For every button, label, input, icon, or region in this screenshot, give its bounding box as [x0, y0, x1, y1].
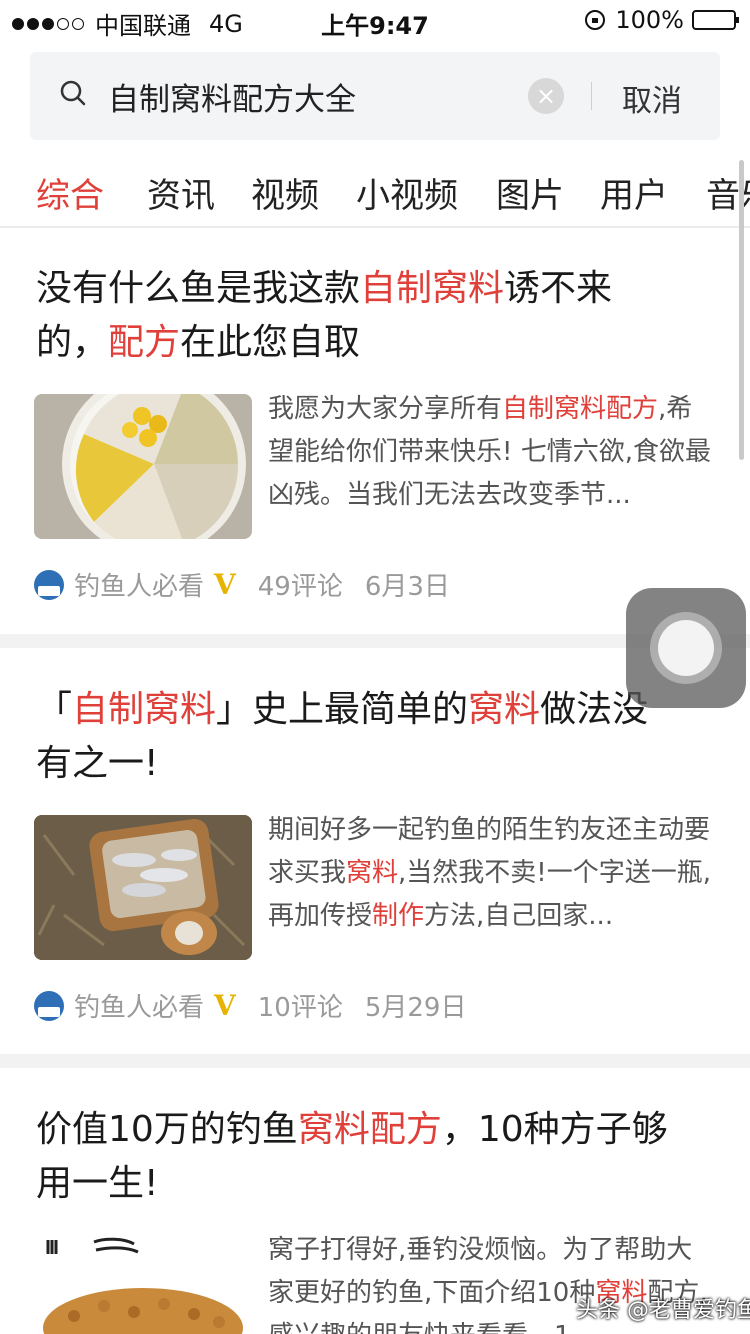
- text-segment: 诱不来: [504, 268, 613, 309]
- text-segment: ，10种方子够: [441, 1109, 668, 1150]
- title-line: 用一生!: [36, 1157, 706, 1211]
- source-name[interactable]: 钓鱼人必看: [74, 987, 204, 1024]
- text-segment: 方法,自己回家...: [424, 901, 614, 931]
- rotation-lock-icon: [585, 10, 606, 30]
- card-separator: [0, 1054, 750, 1068]
- article-title[interactable]: 「自制窝料」史上最简单的窝料做法没有之一!: [36, 683, 706, 791]
- text-segment: 有之一!: [36, 743, 159, 784]
- tab-users[interactable]: 用户: [600, 168, 668, 217]
- keyword-highlight: 自制窝料配方: [502, 394, 659, 424]
- tab-news[interactable]: 资讯: [147, 168, 215, 217]
- article-summary: 我愿为大家分享所有自制窝料配方,希望能给你们带来快乐! 七情六欲,食欲最凶残。当…: [268, 388, 718, 517]
- article-summary: 期间好多一起钓鱼的陌生钓友还主动要求买我窝料,当然我不卖!一个字送一瓶,再加传授…: [268, 809, 718, 938]
- article-thumbnail[interactable]: [34, 394, 252, 539]
- fish-in-bucket-image: [34, 815, 252, 960]
- publish-date: 6月3日: [364, 572, 450, 602]
- article-thumbnail[interactable]: [34, 1236, 252, 1334]
- title-line: 价值10万的钓鱼窝料配方，10种方子够: [36, 1103, 706, 1157]
- source-avatar[interactable]: [34, 569, 64, 600]
- assistive-ring-inner: [658, 620, 714, 676]
- text-segment: 的，: [36, 322, 109, 363]
- text-segment: 在此您自取: [180, 322, 361, 363]
- keyword-highlight: 制作: [372, 901, 425, 931]
- tab-general[interactable]: 综合: [36, 168, 104, 217]
- text-segment: 价值10万的钓鱼: [36, 1109, 298, 1150]
- tab-images[interactable]: 图片: [496, 168, 564, 217]
- comment-count: 10评论: [257, 993, 343, 1023]
- tab-video[interactable]: 视频: [251, 168, 319, 217]
- article-title[interactable]: 价值10万的钓鱼窝料配方，10种方子够用一生!: [36, 1103, 706, 1211]
- tab-short-video[interactable]: 小视频: [356, 168, 458, 217]
- comment-count: 49评论: [257, 572, 343, 602]
- category-tabs: 综合 资讯 视频 小视频 图片 用户 音乐: [0, 160, 750, 224]
- keyword-highlight: 自制窝料: [72, 689, 217, 730]
- bait-pellets-image: [34, 1236, 252, 1334]
- article-meta: 钓鱼人必看 V 10评论 5月29日: [34, 987, 466, 1024]
- text-segment: 」史上最简单的: [216, 689, 469, 730]
- text-segment: 「: [36, 689, 73, 730]
- bowl-of-grains-image: [34, 394, 252, 539]
- battery-percent: 100%: [615, 6, 684, 34]
- scrollbar[interactable]: [739, 160, 744, 460]
- text-segment: 没有什么鱼是我这款: [36, 268, 361, 309]
- status-bar: 中国联通 4G 上午9:47 100%: [0, 0, 750, 40]
- article-title[interactable]: 没有什么鱼是我这款自制窝料诱不来 的，配方在此您自取: [36, 262, 706, 370]
- text-segment: 我愿为大家分享所有: [268, 394, 503, 424]
- keyword-highlight: 窝料配方: [297, 1109, 442, 1150]
- keyword-highlight: 配方: [108, 322, 181, 363]
- clear-search-icon[interactable]: ×: [528, 78, 564, 114]
- title-line: 没有什么鱼是我这款自制窝料诱不来: [36, 262, 706, 316]
- title-line: 的，配方在此您自取: [36, 316, 706, 370]
- source-name[interactable]: 钓鱼人必看: [74, 566, 204, 603]
- article-meta: 钓鱼人必看 V 49评论 6月3日: [34, 566, 450, 603]
- search-icon: [60, 80, 86, 106]
- tabs-divider: [0, 226, 750, 228]
- search-bar[interactable]: 自制窝料配方大全 × 取消: [30, 52, 720, 140]
- keyword-highlight: 窝料: [468, 689, 541, 730]
- verified-badge-icon: V: [214, 568, 236, 601]
- title-line: 「自制窝料」史上最简单的窝料做法没: [36, 683, 706, 737]
- status-right: 100%: [585, 6, 739, 34]
- search-input[interactable]: 自制窝料配方大全: [108, 74, 356, 119]
- title-line: 有之一!: [36, 737, 706, 791]
- verified-badge-icon: V: [214, 989, 236, 1022]
- cancel-button[interactable]: 取消: [622, 76, 682, 120]
- battery-icon: [692, 10, 739, 30]
- keyword-highlight: 窝料: [346, 858, 399, 888]
- article-thumbnail[interactable]: [34, 815, 252, 960]
- text-segment: 用一生!: [36, 1163, 159, 1204]
- source-avatar[interactable]: [34, 990, 64, 1021]
- publish-date: 5月29日: [364, 993, 467, 1023]
- watermark: 头条 @老曹爱钓鱼: [576, 1298, 750, 1323]
- search-divider: [591, 82, 592, 110]
- keyword-highlight: 自制窝料: [360, 268, 505, 309]
- assistive-touch-button[interactable]: [626, 588, 746, 708]
